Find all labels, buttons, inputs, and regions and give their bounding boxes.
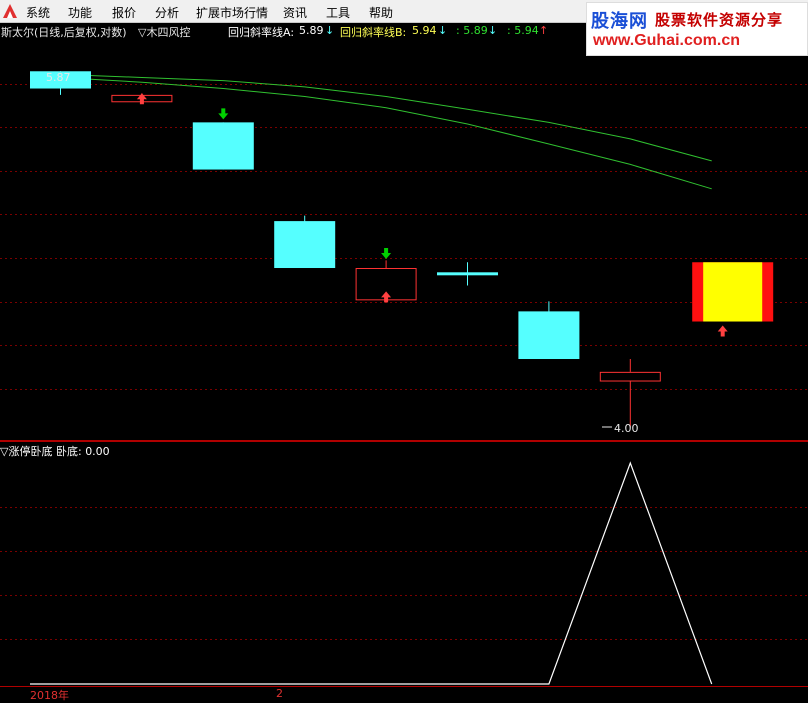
date-label-year: 2018年 (30, 689, 69, 702)
menu-functions[interactable]: 功能 (68, 4, 92, 21)
date-axis-line (0, 686, 808, 687)
stock-title[interactable]: 斯太尔(日线,后复权,对数) (1, 24, 127, 40)
candle-body-doji (437, 272, 498, 276)
menu-system[interactable]: 系统 (26, 4, 50, 21)
candles (30, 71, 774, 428)
menu-quotes[interactable]: 报价 (112, 4, 136, 21)
app-logo-icon (3, 4, 17, 18)
date-label-month: 2 (276, 687, 283, 700)
price-label-low: 4.00 (614, 422, 639, 435)
line-b-value: 5.94 (412, 24, 437, 37)
price-label-top: 5.87 (46, 71, 71, 84)
menu-analysis[interactable]: 分析 (155, 4, 179, 21)
buy-arrow-icon (717, 325, 728, 337)
buy-arrow-icon (381, 291, 392, 303)
line-a-arrow-icon: ↓ (325, 24, 335, 37)
candle-body-down (274, 221, 336, 269)
candle-body-down (518, 311, 580, 360)
sub-grid (0, 441, 808, 640)
date-axis: 2018年 2 (0, 686, 808, 702)
candlestick-chart[interactable]: 5.87 4.00 (0, 40, 808, 441)
sell-arrow-icon (218, 108, 229, 120)
candle-body-up (599, 371, 661, 382)
extra-value-2: : 5.94 (507, 24, 539, 37)
extra-value-1: : 5.89 (456, 24, 488, 37)
highlight-candle-body (703, 262, 763, 322)
menu-news[interactable]: 资讯 (283, 4, 307, 21)
line-a-value: 5.89 (299, 24, 324, 37)
logo-name: 股海网 (591, 11, 648, 32)
menu-help[interactable]: 帮助 (369, 4, 393, 21)
logo-slogan: 股票软件资源分享 (655, 11, 784, 29)
sell-arrow-icon (381, 248, 392, 260)
indicator-chart[interactable] (0, 441, 808, 686)
extra-arrow-1-icon: ↓ (488, 24, 498, 37)
regression-line-series (60, 73, 712, 162)
line-a-label: 回归斜率线A: (228, 26, 295, 39)
main-grid (0, 84, 808, 441)
line-b-label: 回归斜率线B: (340, 26, 407, 39)
signal-line (30, 461, 713, 685)
menu-extended-market[interactable]: 扩展市场行情 (196, 4, 268, 21)
candle-body-down (192, 122, 254, 170)
line-b-arrow-icon: ↓ (438, 24, 448, 37)
extra-arrow-2-icon: ↑ (539, 24, 549, 37)
menu-tools[interactable]: 工具 (326, 4, 350, 21)
indicator-name[interactable]: ▽木四风控 (138, 24, 190, 40)
regression-line-series (60, 77, 712, 190)
